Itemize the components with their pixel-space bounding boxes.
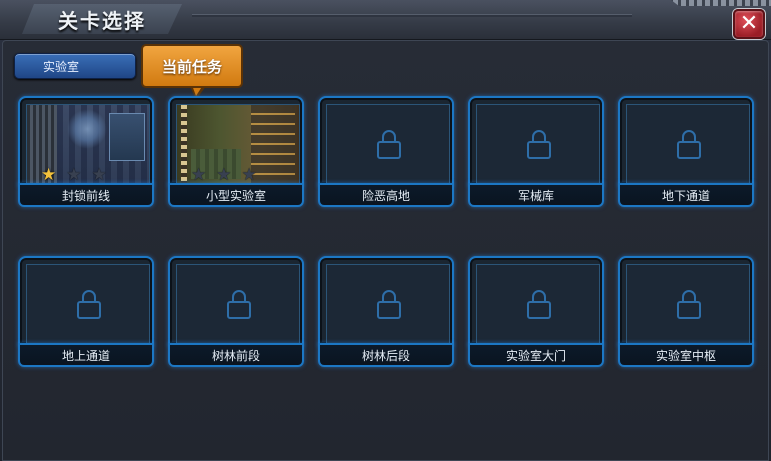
level-name: 实验室大门	[468, 343, 604, 367]
locked-thumbnail	[626, 264, 750, 344]
lock-icon	[77, 290, 101, 319]
level-frame	[318, 96, 454, 186]
level-name: 实验室中枢	[618, 343, 754, 367]
close-icon: ✕	[739, 11, 759, 36]
level-frame	[168, 256, 304, 346]
level-card-6[interactable]: 地上通道	[18, 256, 154, 370]
level-name: 小型实验室	[168, 183, 304, 207]
level-frame	[318, 256, 454, 346]
level-frame: ★ ★ ★	[18, 96, 154, 186]
level-thumbnail: ★ ★ ★	[176, 104, 300, 185]
title-bar: 关卡选择	[0, 0, 771, 40]
lock-icon	[677, 290, 701, 319]
locked-thumbnail	[326, 104, 450, 184]
locked-thumbnail	[626, 104, 750, 184]
level-card-10[interactable]: 实验室中枢	[618, 256, 754, 370]
level-card-8[interactable]: 树林后段	[318, 256, 454, 370]
thumbnail-panel	[109, 113, 145, 161]
locked-thumbnail	[476, 264, 600, 344]
close-button[interactable]: ✕	[733, 9, 765, 39]
level-name: 地上通道	[18, 343, 154, 367]
level-thumbnail: ★ ★ ★	[26, 104, 150, 185]
level-name: 树林后段	[318, 343, 454, 367]
level-frame	[468, 96, 604, 186]
level-card-5[interactable]: 地下通道	[618, 96, 754, 210]
level-card-1[interactable]: ★ ★ ★ 封锁前线	[18, 96, 154, 210]
level-card-7[interactable]: 树林前段	[168, 256, 304, 370]
level-frame	[18, 256, 154, 346]
locked-thumbnail	[26, 264, 150, 344]
thumbnail-building	[251, 105, 295, 185]
level-name: 军械库	[468, 183, 604, 207]
locked-thumbnail	[476, 104, 600, 184]
level-frame: ★ ★ ★	[168, 96, 304, 186]
thumbnail-strip	[181, 105, 187, 185]
level-card-3[interactable]: 险恶高地	[318, 96, 454, 210]
star-empty-icon: ★	[191, 165, 207, 185]
lock-icon	[527, 130, 551, 159]
current-mission-callout: 当前任务	[141, 44, 243, 88]
level-card-4[interactable]: 军械库	[468, 96, 604, 210]
level-frame	[468, 256, 604, 346]
star-empty-icon: ★	[241, 165, 257, 185]
star-rating: ★ ★ ★	[191, 167, 257, 184]
lock-icon	[527, 290, 551, 319]
lock-icon	[377, 130, 401, 159]
locked-thumbnail	[176, 264, 300, 344]
star-empty-icon: ★	[66, 165, 82, 185]
level-select-window: 关卡选择 ✕ 实验室 当前任务 ★ ★ ★ 封锁前线 ★ ★ ★ 小型实验室 险…	[0, 0, 771, 461]
window-title: 关卡选择	[58, 9, 146, 33]
level-card-2[interactable]: ★ ★ ★ 小型实验室	[168, 96, 304, 210]
lock-icon	[677, 130, 701, 159]
level-name: 树林前段	[168, 343, 304, 367]
level-name: 封锁前线	[18, 183, 154, 207]
thumbnail-glow	[67, 109, 107, 149]
lock-icon	[377, 290, 401, 319]
lock-icon	[227, 290, 251, 319]
title-divider	[192, 14, 632, 17]
star-filled-icon: ★	[41, 165, 57, 185]
star-rating: ★ ★ ★	[41, 167, 107, 184]
star-empty-icon: ★	[216, 165, 232, 185]
level-name: 险恶高地	[318, 183, 454, 207]
level-frame	[618, 96, 754, 186]
tab-laboratory[interactable]: 实验室	[14, 53, 136, 79]
level-frame	[618, 256, 754, 346]
level-name: 地下通道	[618, 183, 754, 207]
locked-thumbnail	[326, 264, 450, 344]
level-card-9[interactable]: 实验室大门	[468, 256, 604, 370]
star-empty-icon: ★	[91, 165, 107, 185]
